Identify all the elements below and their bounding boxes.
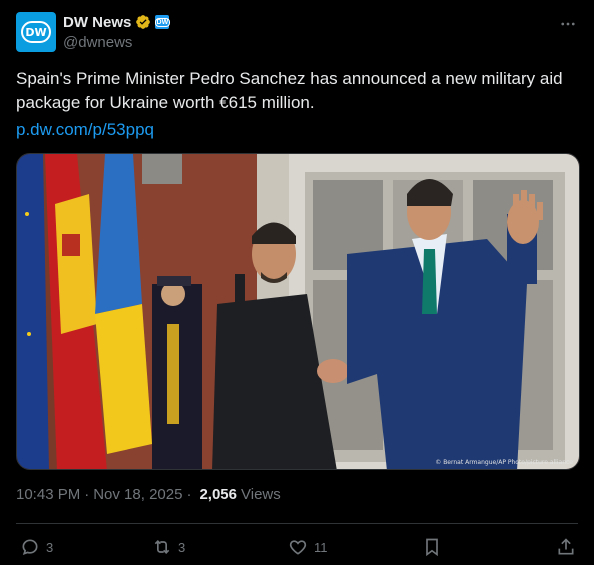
avatar-logo: DW: [21, 21, 51, 43]
post-photo[interactable]: © Bernat Armangue/AP Photo/picture allia…: [16, 153, 580, 470]
views-label: Views: [241, 486, 281, 503]
views-count[interactable]: 2,056: [199, 486, 237, 503]
repost-button[interactable]: 3: [152, 534, 185, 560]
reply-count: 3: [46, 539, 54, 555]
post-text: Spain's Prime Minister Pedro Sanchez has…: [16, 69, 563, 112]
repost-icon: [154, 539, 170, 555]
avatar[interactable]: DW: [16, 12, 56, 52]
like-button[interactable]: 11: [288, 534, 328, 560]
share-icon: [558, 538, 574, 555]
affiliate-badge-text: DW: [154, 17, 171, 27]
reply-icon: [22, 539, 38, 556]
reply-button[interactable]: 3: [20, 534, 53, 560]
heart-icon: [289, 540, 307, 555]
verified-gold-icon[interactable]: [135, 14, 151, 30]
post-meta: 10:43 PM · Nov 18, 2025 · 2,056 Views: [16, 486, 281, 503]
handle[interactable]: @dwnews: [63, 34, 169, 51]
post-time[interactable]: 10:43 PM: [16, 486, 80, 503]
share-button[interactable]: [556, 534, 576, 560]
name-row: DW News DW: [63, 12, 171, 32]
post-date[interactable]: Nov 18, 2025: [93, 486, 182, 503]
affiliate-badge-icon[interactable]: DW: [154, 15, 171, 29]
post-header: DW DW News DW @dwnews: [16, 12, 578, 56]
more-options-icon[interactable]: [558, 16, 578, 32]
action-bar: 3 3 11: [16, 534, 578, 560]
photo-credit: © Bernat Armangue/AP Photo/picture allia…: [435, 459, 573, 466]
meta-separator: ·: [186, 486, 192, 503]
repost-count: 3: [178, 539, 186, 555]
meta-separator: ·: [84, 486, 90, 503]
photo-illustration: [17, 154, 579, 469]
bookmark-icon: [426, 538, 438, 557]
divider: [16, 523, 578, 524]
post: DW DW News DW @dwnews Spain's Prime Mini…: [0, 0, 594, 565]
bookmark-button[interactable]: [422, 534, 442, 560]
author-names: DW News DW @dwnews: [63, 12, 171, 51]
post-link[interactable]: p.dw.com/p/53ppq: [16, 118, 154, 142]
display-name[interactable]: DW News: [63, 14, 131, 31]
like-count: 11: [314, 539, 328, 555]
